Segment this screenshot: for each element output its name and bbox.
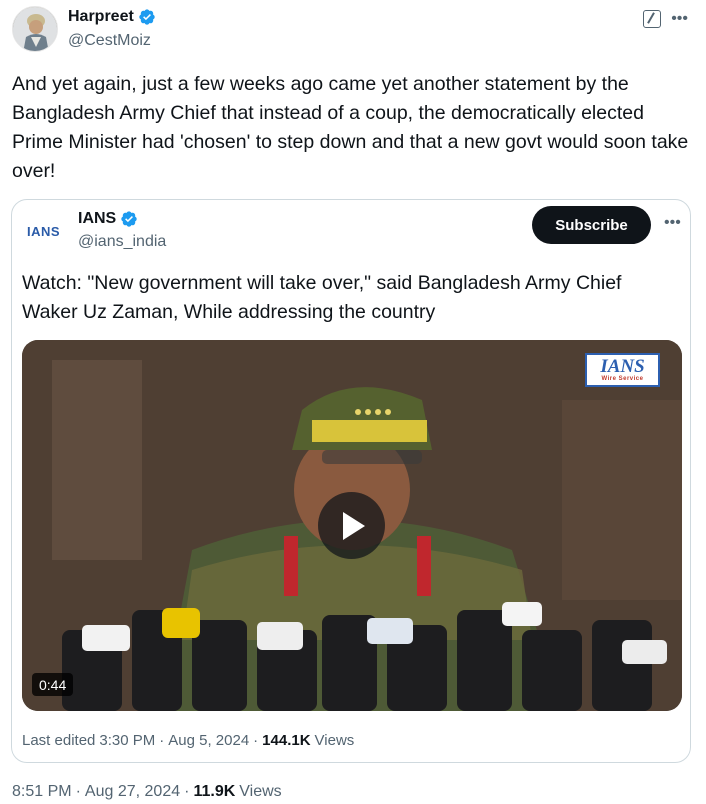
- quoted-tweet[interactable]: IANS IANS @ians_india Subscribe ••• Watc…: [11, 199, 691, 763]
- avatar-image: [13, 7, 57, 51]
- tweet-views-label: Views: [239, 783, 282, 800]
- meta-separator: ·: [253, 732, 259, 749]
- tweet-meta: 8:51 PM · Aug 27, 2024 · 11.9K Views: [12, 783, 282, 801]
- grok-icon[interactable]: [643, 10, 662, 28]
- meta-separator: ·: [184, 783, 190, 800]
- quoted-name-row: IANS: [78, 210, 138, 228]
- author-avatar[interactable]: [12, 6, 58, 52]
- more-icon[interactable]: •••: [671, 11, 688, 27]
- quoted-time: 3:30 PM: [99, 732, 156, 749]
- tweet-time[interactable]: 8:51 PM: [12, 783, 72, 801]
- verified-badge-icon: [121, 211, 137, 227]
- more-icon[interactable]: •••: [664, 214, 681, 232]
- author-handle[interactable]: @CestMoiz: [68, 32, 151, 50]
- header-actions: •••: [643, 10, 688, 28]
- tweet-date[interactable]: Aug 27, 2024: [85, 783, 180, 801]
- quoted-date: Aug 5, 2024: [168, 732, 250, 749]
- quoted-author-handle[interactable]: @ians_india: [78, 233, 166, 251]
- author-name[interactable]: Harpreet: [68, 8, 134, 26]
- quoted-avatar-logo[interactable]: IANS: [27, 224, 60, 239]
- video-player[interactable]: IANS Wire Service 0:44: [22, 340, 682, 711]
- quoted-tweet-text: Watch: "New government will take over," …: [22, 272, 622, 323]
- watermark-text: IANS: [600, 355, 645, 377]
- quoted-tweet-meta: Last edited 3:30 PM · Aug 5, 2024 · 144.…: [22, 732, 354, 749]
- video-watermark: IANS Wire Service: [585, 353, 660, 387]
- video-duration: 0:44: [32, 673, 74, 696]
- quoted-author-name[interactable]: IANS: [78, 210, 116, 228]
- tweet-views-count: 11.9K: [193, 783, 236, 800]
- verified-badge-icon: [139, 9, 155, 25]
- tweet-header: Harpreet @CestMoiz •••: [12, 6, 694, 56]
- meta-separator: ·: [75, 783, 81, 800]
- edited-label[interactable]: Last edited: [22, 732, 95, 749]
- quoted-views-count: 144.1K: [262, 732, 311, 749]
- meta-separator: ·: [159, 732, 165, 749]
- watermark-subtext: Wire Service: [601, 375, 644, 382]
- author-name-row: Harpreet: [68, 8, 156, 26]
- quoted-views-label: Views: [314, 732, 355, 749]
- tweet-text: And yet again, just a few weeks ago came…: [12, 73, 689, 182]
- subscribe-button[interactable]: Subscribe: [532, 206, 651, 244]
- play-icon[interactable]: [318, 492, 385, 559]
